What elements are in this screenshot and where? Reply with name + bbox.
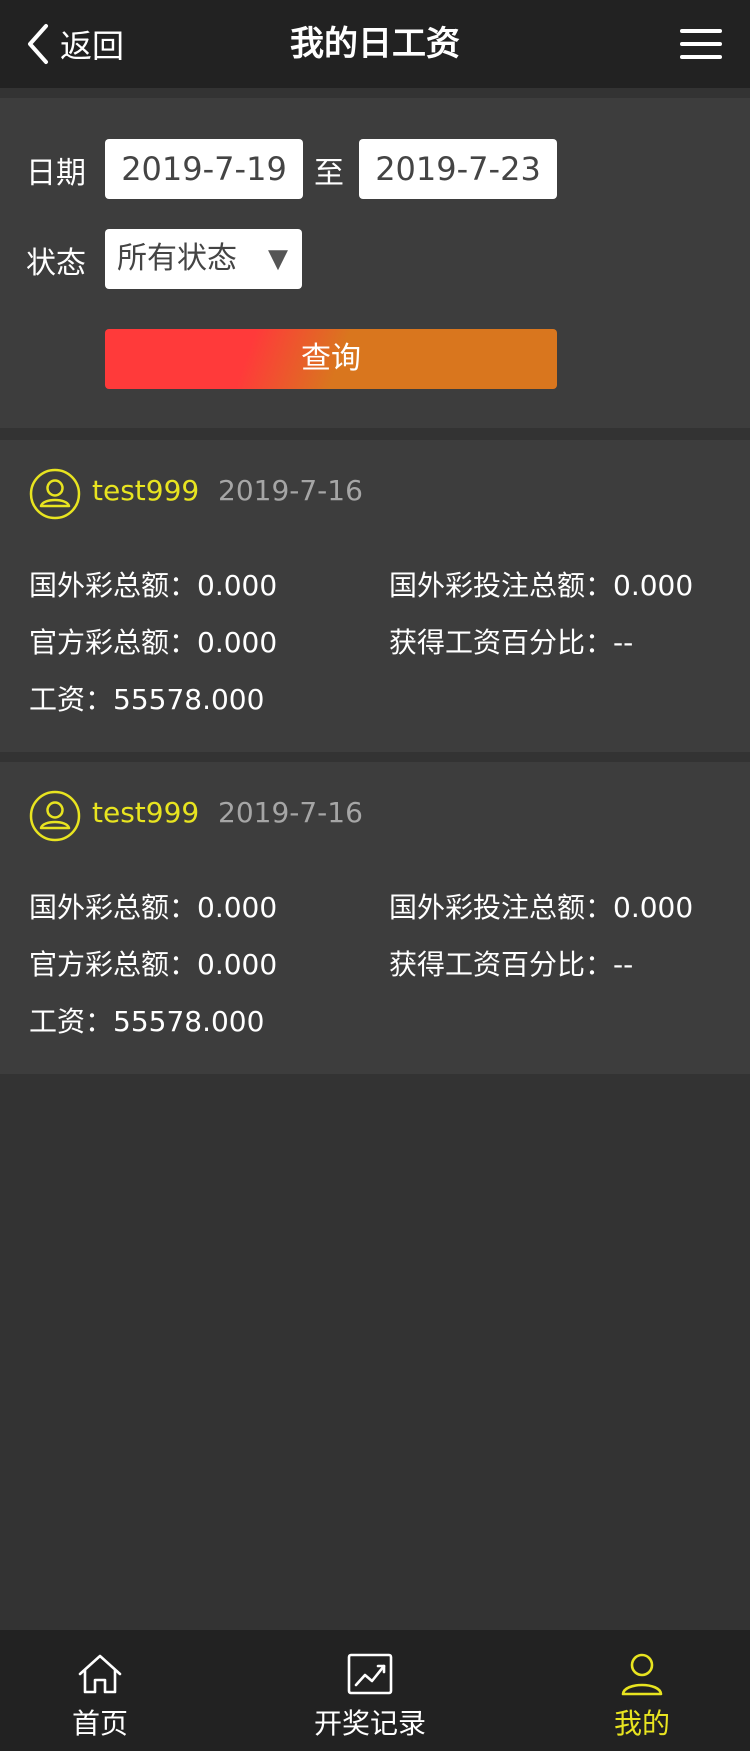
- user-avatar-icon: [29, 468, 81, 520]
- menu-button[interactable]: [680, 26, 722, 62]
- filter-panel: 日期 2019-7-19 至 2019-7-23 状态 所有状态 ▼ 查询: [0, 98, 750, 428]
- foreign-lottery-bet-total: 国外彩投注总额：0.000: [389, 891, 694, 924]
- status-label: 状态: [26, 246, 86, 281]
- tab-home-label: 首页: [71, 1707, 128, 1740]
- date-range-separator: 至: [314, 156, 344, 191]
- official-lottery-total: 官方彩总额：0.000: [29, 948, 278, 981]
- record-date: 2019-7-16: [218, 796, 363, 829]
- tab-home[interactable]: 首页: [50, 1630, 150, 1751]
- user-icon: [621, 1653, 663, 1696]
- tab-draw-records-label: 开奖记录: [313, 1707, 426, 1740]
- foreign-lottery-total: 国外彩总额：0.000: [29, 569, 278, 602]
- date-label: 日期: [26, 156, 86, 191]
- status-select[interactable]: 所有状态 ▼: [105, 229, 302, 289]
- tab-draw-records[interactable]: 开奖记录: [300, 1630, 440, 1751]
- back-label: 返回: [60, 27, 125, 65]
- back-button[interactable]: 返回: [24, 22, 124, 66]
- bottom-tab-bar: 首页 开奖记录 我的: [0, 1630, 750, 1751]
- status-select-value: 所有状态: [117, 241, 237, 276]
- tab-mine-label: 我的: [613, 1707, 670, 1740]
- record-date: 2019-7-16: [218, 474, 363, 507]
- wage-record-card: test999 2019-7-16 国外彩总额：0.000 国外彩投注总额：0.…: [0, 440, 750, 752]
- wage-record-card: test999 2019-7-16 国外彩总额：0.000 国外彩投注总额：0.…: [0, 762, 750, 1074]
- chevron-left-icon: [28, 24, 48, 64]
- date-from-input[interactable]: 2019-7-19: [105, 139, 303, 199]
- user-avatar-icon: [29, 790, 81, 842]
- dropdown-arrow-icon: ▼: [268, 244, 288, 274]
- wage-amount: 工资：55578.000: [29, 1005, 265, 1038]
- username: test999: [92, 474, 200, 507]
- wage-percentage: 获得工资百分比：--: [389, 626, 634, 659]
- wage-percentage: 获得工资百分比：--: [389, 948, 634, 981]
- trend-chart-icon: [347, 1653, 393, 1695]
- official-lottery-total: 官方彩总额：0.000: [29, 626, 278, 659]
- header-bar: 返回 我的日工资: [0, 0, 750, 88]
- foreign-lottery-bet-total: 国外彩投注总额：0.000: [389, 569, 694, 602]
- foreign-lottery-total: 国外彩总额：0.000: [29, 891, 278, 924]
- wage-amount: 工资：55578.000: [29, 683, 265, 716]
- username: test999: [92, 796, 200, 829]
- tab-mine[interactable]: 我的: [592, 1630, 692, 1751]
- hamburger-menu-icon: [680, 29, 722, 59]
- date-to-input[interactable]: 2019-7-23: [359, 139, 557, 199]
- query-button[interactable]: 查询: [105, 329, 557, 389]
- home-icon: [78, 1654, 122, 1694]
